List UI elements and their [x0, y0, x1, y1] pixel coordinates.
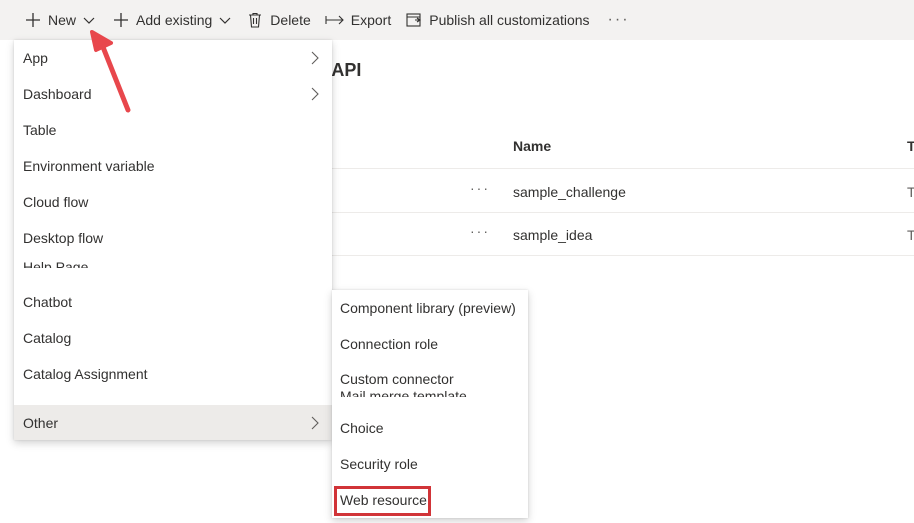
- delete-label: Delete: [270, 12, 311, 28]
- menu-item-help-page-clipped: Help Page: [23, 260, 89, 268]
- row-more-button[interactable]: ···: [470, 223, 490, 239]
- publish-all-button[interactable]: Publish all customizations: [401, 4, 593, 36]
- menu-item-label: App: [23, 50, 48, 66]
- chevron-down-icon: [218, 13, 232, 27]
- submenu-item-label: Custom connector: [340, 371, 454, 387]
- submenu-item-choice[interactable]: Choice: [332, 410, 528, 446]
- menu-item-app[interactable]: App: [14, 40, 332, 76]
- add-existing-button[interactable]: Add existing: [108, 4, 236, 36]
- menu-item-label: Desktop flow: [23, 230, 104, 246]
- submenu-item-label: Choice: [340, 420, 384, 436]
- plus-icon: [112, 11, 130, 29]
- row-more-button[interactable]: ···: [470, 180, 490, 196]
- menu-item-label: Table: [23, 122, 57, 138]
- trash-icon: [246, 11, 264, 29]
- submenu-item-label: Component library (preview): [340, 300, 516, 316]
- menu-item-environment-variable[interactable]: Environment variable: [14, 148, 332, 184]
- chevron-right-icon: [310, 51, 322, 65]
- row-type: Ta: [907, 184, 914, 200]
- grid-header: Name T: [332, 125, 914, 169]
- menu-item-chatbot[interactable]: Chatbot: [14, 284, 332, 320]
- submenu-item-component-library[interactable]: Component library (preview): [332, 290, 528, 326]
- new-label: New: [48, 12, 77, 28]
- row-type: Ta: [907, 227, 914, 243]
- plus-icon: [24, 11, 42, 29]
- web-resource-highlight-box: [334, 486, 431, 516]
- row-name[interactable]: sample_idea: [513, 227, 592, 243]
- menu-item-other[interactable]: Other: [14, 405, 332, 440]
- menu-item-desktop-flow[interactable]: Desktop flow: [14, 220, 332, 256]
- chevron-right-icon: [310, 416, 322, 430]
- menu-item-dashboard[interactable]: Dashboard: [14, 76, 332, 112]
- menu-item-label: Catalog Assignment: [23, 366, 148, 382]
- publish-icon: [405, 11, 423, 29]
- chevron-right-icon: [310, 87, 322, 101]
- menu-item-label: Catalog: [23, 330, 72, 346]
- menu-item-label: Dashboard: [23, 86, 92, 102]
- menu-item-label: Other: [23, 415, 59, 431]
- publish-label: Publish all customizations: [429, 12, 590, 28]
- menu-item-label: Cloud flow: [23, 194, 89, 210]
- menu-item-label: Chatbot: [23, 294, 73, 310]
- column-header-name[interactable]: Name: [513, 138, 551, 154]
- add-existing-label: Add existing: [136, 12, 213, 28]
- other-submenu: Component library (preview) Connection r…: [332, 290, 528, 518]
- submenu-item-label: Security role: [340, 456, 418, 472]
- menu-item-label: Environment variable: [23, 158, 155, 174]
- submenu-item-label: Connection role: [340, 336, 439, 352]
- command-bar: New Add existing Delete Export Publish a…: [0, 0, 914, 40]
- menu-item-catalog[interactable]: Catalog: [14, 320, 332, 356]
- export-label: Export: [350, 12, 392, 28]
- menu-item-catalog-assignment[interactable]: Catalog Assignment: [14, 356, 332, 392]
- submenu-item-connection-role[interactable]: Connection role: [332, 326, 528, 362]
- new-dropdown-menu: App Dashboard Table Environment variable…: [14, 40, 332, 440]
- table-row[interactable]: ··· sample_idea Ta: [332, 213, 914, 256]
- row-name[interactable]: sample_challenge: [513, 184, 626, 200]
- export-button[interactable]: Export: [321, 4, 395, 36]
- column-header-type[interactable]: T: [907, 138, 914, 154]
- table-row[interactable]: ··· sample_challenge Ta: [332, 170, 914, 213]
- menu-item-cloud-flow[interactable]: Cloud flow: [14, 184, 332, 220]
- chevron-down-icon: [82, 13, 96, 27]
- new-button[interactable]: New: [20, 4, 100, 36]
- submenu-item-security-role[interactable]: Security role: [332, 446, 528, 482]
- export-icon: [325, 11, 345, 29]
- menu-item-table[interactable]: Table: [14, 112, 332, 148]
- submenu-item-mail-merge-clipped: Mail merge template: [340, 388, 467, 397]
- more-commands-button[interactable]: ···: [608, 11, 630, 29]
- delete-button[interactable]: Delete: [242, 4, 314, 36]
